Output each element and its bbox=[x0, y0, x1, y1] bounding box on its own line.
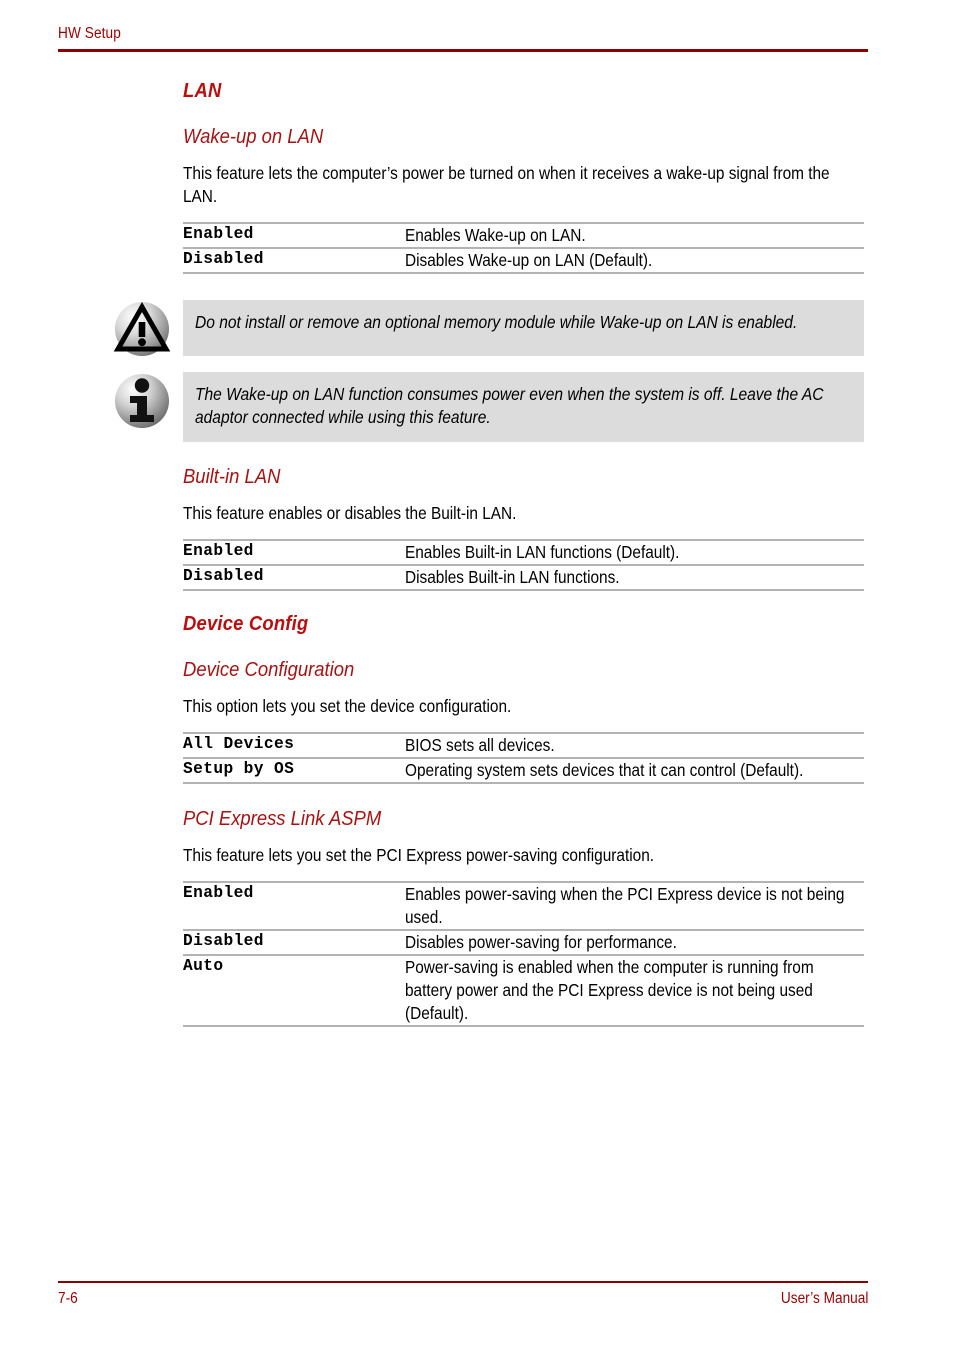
page-number: 7-6 bbox=[58, 1290, 78, 1307]
option-term: Auto bbox=[183, 954, 405, 1027]
table-row: Auto Power-saving is enabled when the co… bbox=[183, 954, 864, 1027]
info-i-icon bbox=[111, 370, 173, 432]
options-table-device-configuration: All Devices BIOS sets all devices. Setup… bbox=[183, 732, 864, 784]
section-heading-lan: LAN bbox=[183, 79, 222, 102]
info-note: The Wake-up on LAN function consumes pow… bbox=[115, 372, 864, 442]
table-row: Enabled Enables Wake-up on LAN. bbox=[183, 222, 864, 248]
header-divider-rule bbox=[58, 49, 868, 52]
page-footer: 7-6 User’s Manual bbox=[58, 1281, 868, 1309]
option-term: Disabled bbox=[183, 247, 405, 274]
option-description-text: Disables power-saving for performance. bbox=[405, 932, 677, 952]
page-header: HW Setup bbox=[58, 24, 868, 52]
page-content: LAN Wake-up on LAN This feature lets the… bbox=[113, 78, 864, 1027]
warning-note-text: Do not install or remove an optional mem… bbox=[195, 312, 798, 332]
option-description-text: Enables power-saving when the PCI Expres… bbox=[405, 884, 845, 927]
table-row: Disabled Disables power-saving for perfo… bbox=[183, 929, 864, 955]
options-table-pci-express-link-aspm: Enabled Enables power-saving when the PC… bbox=[183, 881, 864, 1027]
table-row: Disabled Disables Built-in LAN functions… bbox=[183, 564, 864, 591]
option-description-text: Enables Wake-up on LAN. bbox=[405, 225, 586, 245]
subsection-heading-built-in-lan: Built-in LAN bbox=[183, 465, 281, 488]
warning-note: Do not install or remove an optional mem… bbox=[113, 300, 864, 356]
options-table-built-in-lan: Enabled Enables Built-in LAN functions (… bbox=[183, 539, 864, 591]
table-row: All Devices BIOS sets all devices. bbox=[183, 732, 864, 758]
table-row: Enabled Enables Built-in LAN functions (… bbox=[183, 539, 864, 565]
subsection-intro-built-in-lan: This feature enables or disables the Bui… bbox=[183, 503, 517, 523]
option-description-text: Disables Wake-up on LAN (Default). bbox=[405, 250, 653, 270]
info-note-text: The Wake-up on LAN function consumes pow… bbox=[195, 384, 824, 427]
subsection-heading-wake-up-on-lan: Wake-up on LAN bbox=[183, 125, 324, 148]
option-term: Enabled bbox=[183, 539, 405, 565]
manual-page: HW Setup LAN Wake-up on LAN This feature… bbox=[0, 0, 954, 1352]
option-term: Disabled bbox=[183, 564, 405, 591]
option-term: Enabled bbox=[183, 222, 405, 248]
warning-note-box: Do not install or remove an optional mem… bbox=[183, 300, 864, 356]
option-description-text: Operating system sets devices that it ca… bbox=[405, 760, 804, 780]
info-note-box: The Wake-up on LAN function consumes pow… bbox=[183, 372, 864, 442]
table-row: Enabled Enables power-saving when the PC… bbox=[183, 881, 864, 930]
running-head-title: HW Setup bbox=[58, 25, 121, 42]
option-description-text: Power-saving is enabled when the compute… bbox=[405, 957, 814, 1023]
option-description: Disables Built-in LAN functions. bbox=[405, 564, 864, 591]
option-term: Enabled bbox=[183, 881, 405, 930]
subsection-intro-pci-express-link-aspm: This feature lets you set the PCI Expres… bbox=[183, 845, 655, 865]
option-description: Enables power-saving when the PCI Expres… bbox=[405, 881, 864, 930]
subsection-heading-pci-express-link-aspm: PCI Express Link ASPM bbox=[183, 807, 382, 830]
subsection-heading-device-configuration: Device Configuration bbox=[183, 658, 355, 681]
option-term: All Devices bbox=[183, 732, 405, 758]
subsection-intro-device-configuration: This option lets you set the device conf… bbox=[183, 696, 512, 716]
warning-triangle-icon bbox=[111, 298, 173, 360]
option-description: Enables Wake-up on LAN. bbox=[405, 222, 864, 248]
option-description: Disables power-saving for performance. bbox=[405, 929, 864, 955]
option-term: Disabled bbox=[183, 929, 405, 955]
option-description: Power-saving is enabled when the compute… bbox=[405, 954, 864, 1027]
table-row: Disabled Disables Wake-up on LAN (Defaul… bbox=[183, 247, 864, 274]
options-table-wake-up-on-lan: Enabled Enables Wake-up on LAN. Disabled… bbox=[183, 222, 864, 274]
subsection-intro-wake-up-on-lan: This feature lets the computer’s power b… bbox=[183, 163, 830, 206]
manual-label: User’s Manual bbox=[780, 1290, 868, 1307]
option-description-text: Enables Built-in LAN functions (Default)… bbox=[405, 542, 680, 562]
option-description: BIOS sets all devices. bbox=[405, 732, 864, 758]
option-description: Disables Wake-up on LAN (Default). bbox=[405, 247, 864, 274]
option-description-text: Disables Built-in LAN functions. bbox=[405, 567, 620, 587]
footer-divider-rule bbox=[58, 1281, 868, 1283]
option-description: Operating system sets devices that it ca… bbox=[405, 757, 864, 784]
option-description: Enables Built-in LAN functions (Default)… bbox=[405, 539, 864, 565]
section-heading-device-config: Device Config bbox=[183, 612, 309, 635]
option-description-text: BIOS sets all devices. bbox=[405, 735, 555, 755]
table-row: Setup by OS Operating system sets device… bbox=[183, 757, 864, 784]
option-term: Setup by OS bbox=[183, 757, 405, 784]
